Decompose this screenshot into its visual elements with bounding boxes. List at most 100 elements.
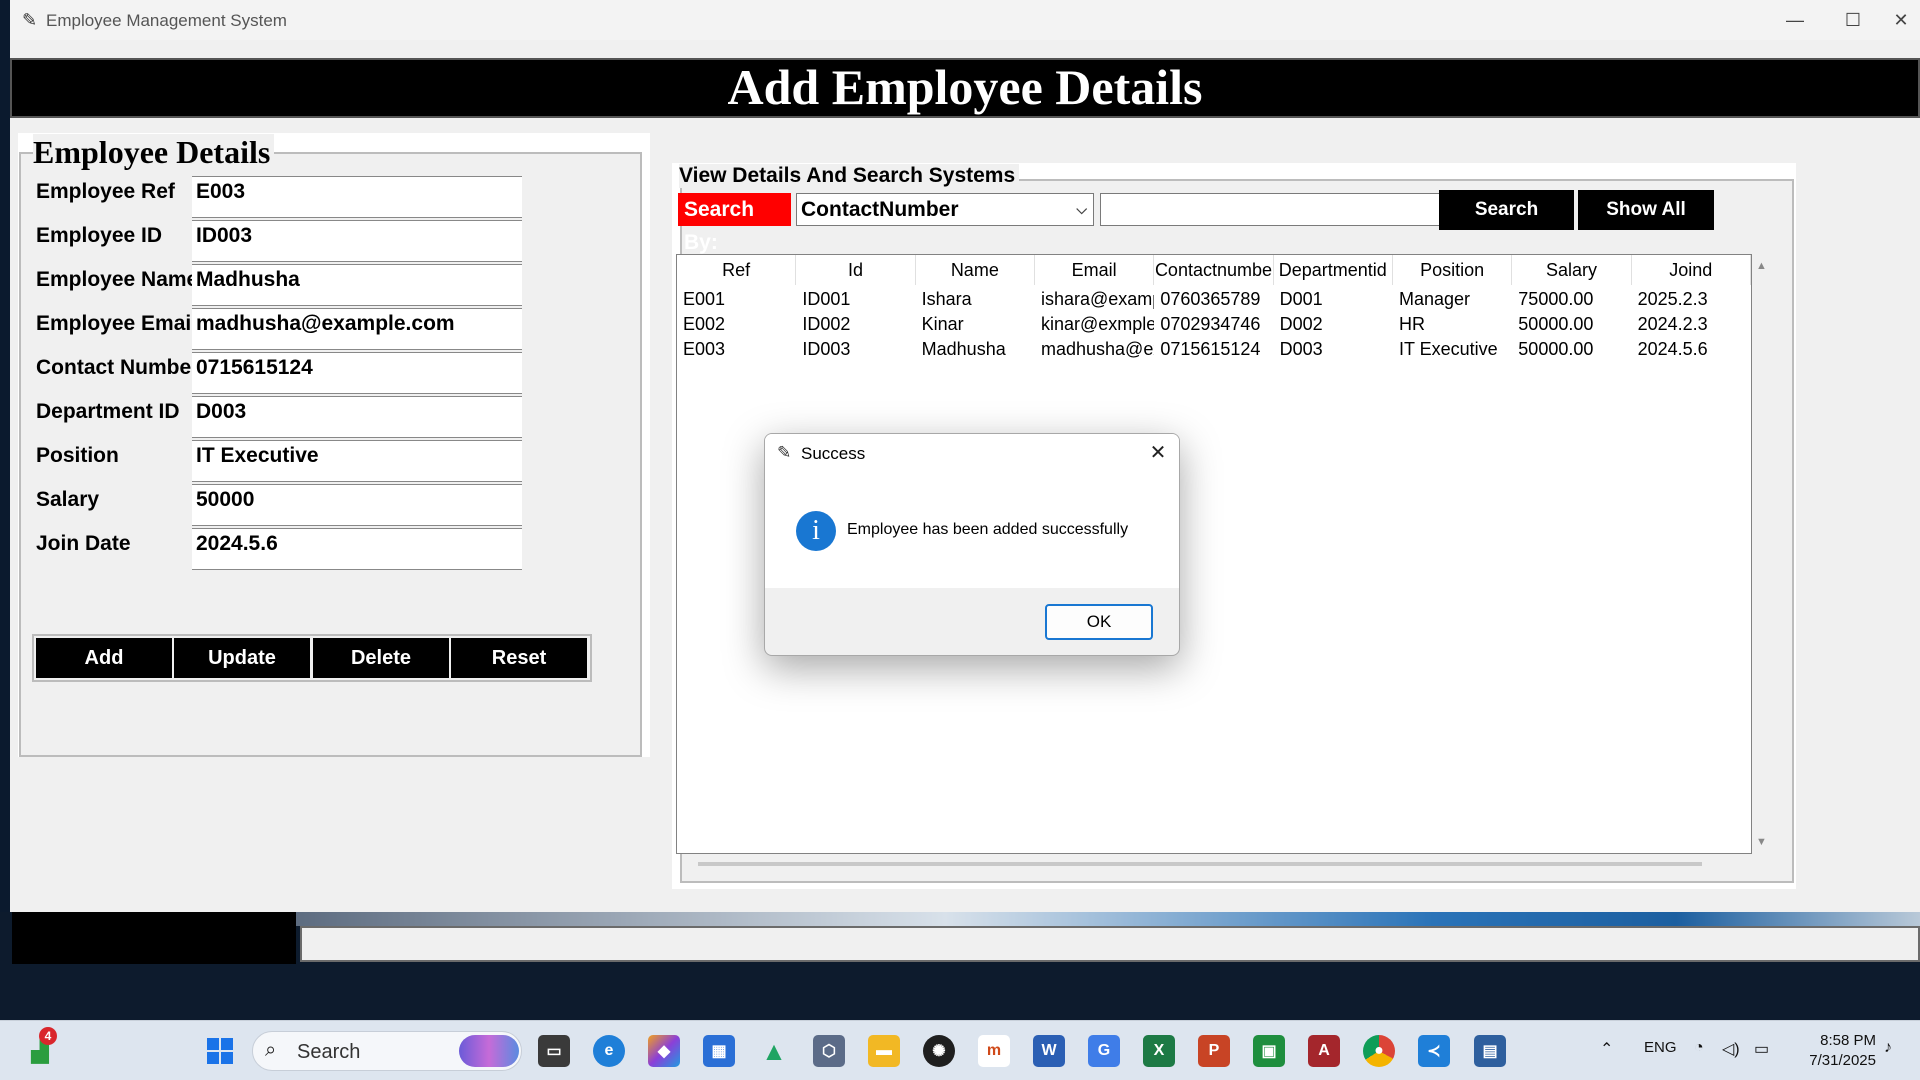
field-label: Department ID xyxy=(28,394,188,432)
table-cell: Ishara xyxy=(921,289,972,309)
column-header[interactable]: Contactnumbe xyxy=(1154,255,1274,285)
background-window-black xyxy=(12,912,296,964)
taskbar-search-box[interactable]: ⌕ Search xyxy=(252,1031,522,1071)
field-label: Employee Ref xyxy=(28,174,183,212)
access-icon[interactable]: A xyxy=(1308,1035,1340,1067)
table-cell: ID002 xyxy=(802,314,851,334)
delete-button[interactable]: Delete xyxy=(313,638,449,678)
close-button[interactable]: ✕ xyxy=(1882,0,1920,40)
excel-icon[interactable]: X xyxy=(1143,1035,1175,1067)
position-input[interactable]: IT Executive xyxy=(192,440,522,482)
table-cell: 2025.2.3 xyxy=(1637,289,1708,309)
scroll-down-icon[interactable]: ▼ xyxy=(1756,836,1767,848)
edge-browser-icon[interactable]: e xyxy=(593,1035,625,1067)
table-row[interactable]: E001 ID001 Ishara ishara@exampl 07603657… xyxy=(677,287,1751,312)
minimize-button[interactable]: — xyxy=(1766,0,1824,40)
table-cell: 50000.00 xyxy=(1518,314,1594,334)
google-translate-icon[interactable]: G xyxy=(1088,1035,1120,1067)
maximize-button[interactable]: ☐ xyxy=(1824,0,1882,40)
table-cell: 0715615124 xyxy=(1160,339,1261,359)
table-cell: 50000.00 xyxy=(1518,339,1594,359)
store-icon[interactable]: ▦ xyxy=(703,1035,735,1067)
word-icon[interactable]: W xyxy=(1033,1035,1065,1067)
battery-icon[interactable]: ▭ xyxy=(1754,1039,1769,1059)
notifications-bell-icon[interactable]: ♪ xyxy=(1884,1039,1892,1057)
contact-number-input[interactable]: 0715615124 xyxy=(192,352,522,394)
table-cell: ID001 xyxy=(802,289,851,309)
field-label: Employee ID xyxy=(28,218,171,256)
widget-badge: 4 xyxy=(39,1027,57,1045)
google-drive-icon[interactable]: ▲ xyxy=(758,1035,790,1067)
field-row-contact-number: Contact Number 0715615124 xyxy=(28,350,548,394)
table-cell: madhusha@ex xyxy=(1040,339,1155,359)
copilot-icon[interactable]: ◆ xyxy=(648,1035,680,1067)
volume-icon[interactable]: ◁) xyxy=(1722,1039,1740,1059)
window-title: Employee Management System xyxy=(46,11,287,30)
employee-name-input[interactable]: Madhusha xyxy=(192,264,522,306)
show-hidden-icons-chevron-icon[interactable]: ⌃ xyxy=(1600,1039,1613,1059)
table-row[interactable]: E003 ID003 Madhusha madhusha@ex 07156151… xyxy=(677,337,1751,362)
table-row[interactable]: E002 ID002 Kinar kinar@exmple.c 07029347… xyxy=(677,312,1751,337)
search-button[interactable]: Search xyxy=(1439,190,1574,230)
chevron-down-icon[interactable]: ⌵ xyxy=(1076,194,1087,225)
search-input[interactable] xyxy=(1100,193,1444,226)
show-all-button[interactable]: Show All xyxy=(1578,190,1714,230)
feather-icon: ✎ xyxy=(777,443,792,462)
file-explorer-icon[interactable]: ▬ xyxy=(868,1035,900,1067)
moodle-icon[interactable]: m xyxy=(978,1035,1010,1067)
background-window-strip xyxy=(300,926,1920,962)
dialog-title-bar[interactable]: ✎ Success ✕ xyxy=(765,434,1179,474)
table-cell: D001 xyxy=(1279,289,1323,309)
employee-id-input[interactable]: ID003 xyxy=(192,220,522,262)
language-indicator[interactable]: ENG xyxy=(1644,1039,1677,1056)
info-icon: i xyxy=(796,511,836,551)
field-row-employee-email: Employee Email madhusha@example.com xyxy=(28,306,548,350)
task-view-icon[interactable]: ▭ xyxy=(538,1035,570,1067)
table-cell: kinar@exmple.c xyxy=(1040,314,1155,334)
field-label: Employee Name xyxy=(28,262,207,300)
wifi-icon[interactable]: ◔ xyxy=(1694,1039,1704,1057)
column-header[interactable]: Joind xyxy=(1632,255,1751,285)
powerpoint-icon[interactable]: P xyxy=(1198,1035,1230,1067)
reset-button[interactable]: Reset xyxy=(451,638,587,678)
column-header[interactable]: Salary xyxy=(1512,255,1632,285)
vscode-icon[interactable]: ≺ xyxy=(1418,1035,1450,1067)
desktop-wallpaper-band xyxy=(296,912,1920,926)
search-by-combobox[interactable]: ContactNumber ⌵ xyxy=(796,193,1094,226)
taskbar-clock[interactable]: 8:58 PM 7/31/2025 xyxy=(1796,1031,1876,1071)
table-cell: Kinar xyxy=(921,314,964,334)
chatgpt-icon[interactable]: ✺ xyxy=(923,1035,955,1067)
field-label: Employee Email xyxy=(28,306,206,344)
field-row-join-date: Join Date 2024.5.6 xyxy=(28,526,548,570)
table-cell: Madhusha xyxy=(921,339,1006,359)
table-horizontal-scrollbar[interactable] xyxy=(698,862,1702,866)
field-label: Salary xyxy=(28,482,108,520)
join-date-input[interactable]: 2024.5.6 xyxy=(192,528,522,570)
search-by-selected: ContactNumber xyxy=(801,198,959,221)
column-header[interactable]: Ref xyxy=(677,255,797,285)
google-classroom-icon[interactable]: ▣ xyxy=(1253,1035,1285,1067)
update-button[interactable]: Update xyxy=(174,638,310,678)
department-id-input[interactable]: D003 xyxy=(192,396,522,438)
column-header[interactable]: Name xyxy=(916,255,1035,285)
title-bar[interactable]: ✎ Employee Management System — ☐ ✕ xyxy=(10,0,1920,40)
action-button-group: Add Update Delete Reset xyxy=(32,634,592,682)
ok-button[interactable]: OK xyxy=(1045,604,1153,640)
column-header[interactable]: Id xyxy=(796,255,916,285)
feather-icon: ✎ xyxy=(22,10,38,30)
scroll-up-icon[interactable]: ▲ xyxy=(1756,260,1767,272)
chrome-icon[interactable]: ● xyxy=(1363,1035,1395,1067)
table-vertical-scrollbar[interactable]: ▲ ▼ xyxy=(1752,254,1772,854)
hex-app-icon[interactable]: ⬡ xyxy=(813,1035,845,1067)
column-header[interactable]: Email xyxy=(1035,255,1155,285)
python-app-icon[interactable]: ▤ xyxy=(1474,1035,1506,1067)
employee-email-input[interactable]: madhusha@example.com xyxy=(192,308,522,350)
salary-input[interactable]: 50000 xyxy=(192,484,522,526)
column-header[interactable]: Departmentid xyxy=(1274,255,1393,285)
add-button[interactable]: Add xyxy=(36,638,172,678)
field-row-salary: Salary 50000 xyxy=(28,482,548,526)
column-header[interactable]: Position xyxy=(1393,255,1513,285)
windows-start-icon[interactable] xyxy=(204,1035,236,1067)
dialog-close-button[interactable]: ✕ xyxy=(1145,440,1171,466)
employee-ref-input[interactable]: E003 xyxy=(192,176,522,218)
